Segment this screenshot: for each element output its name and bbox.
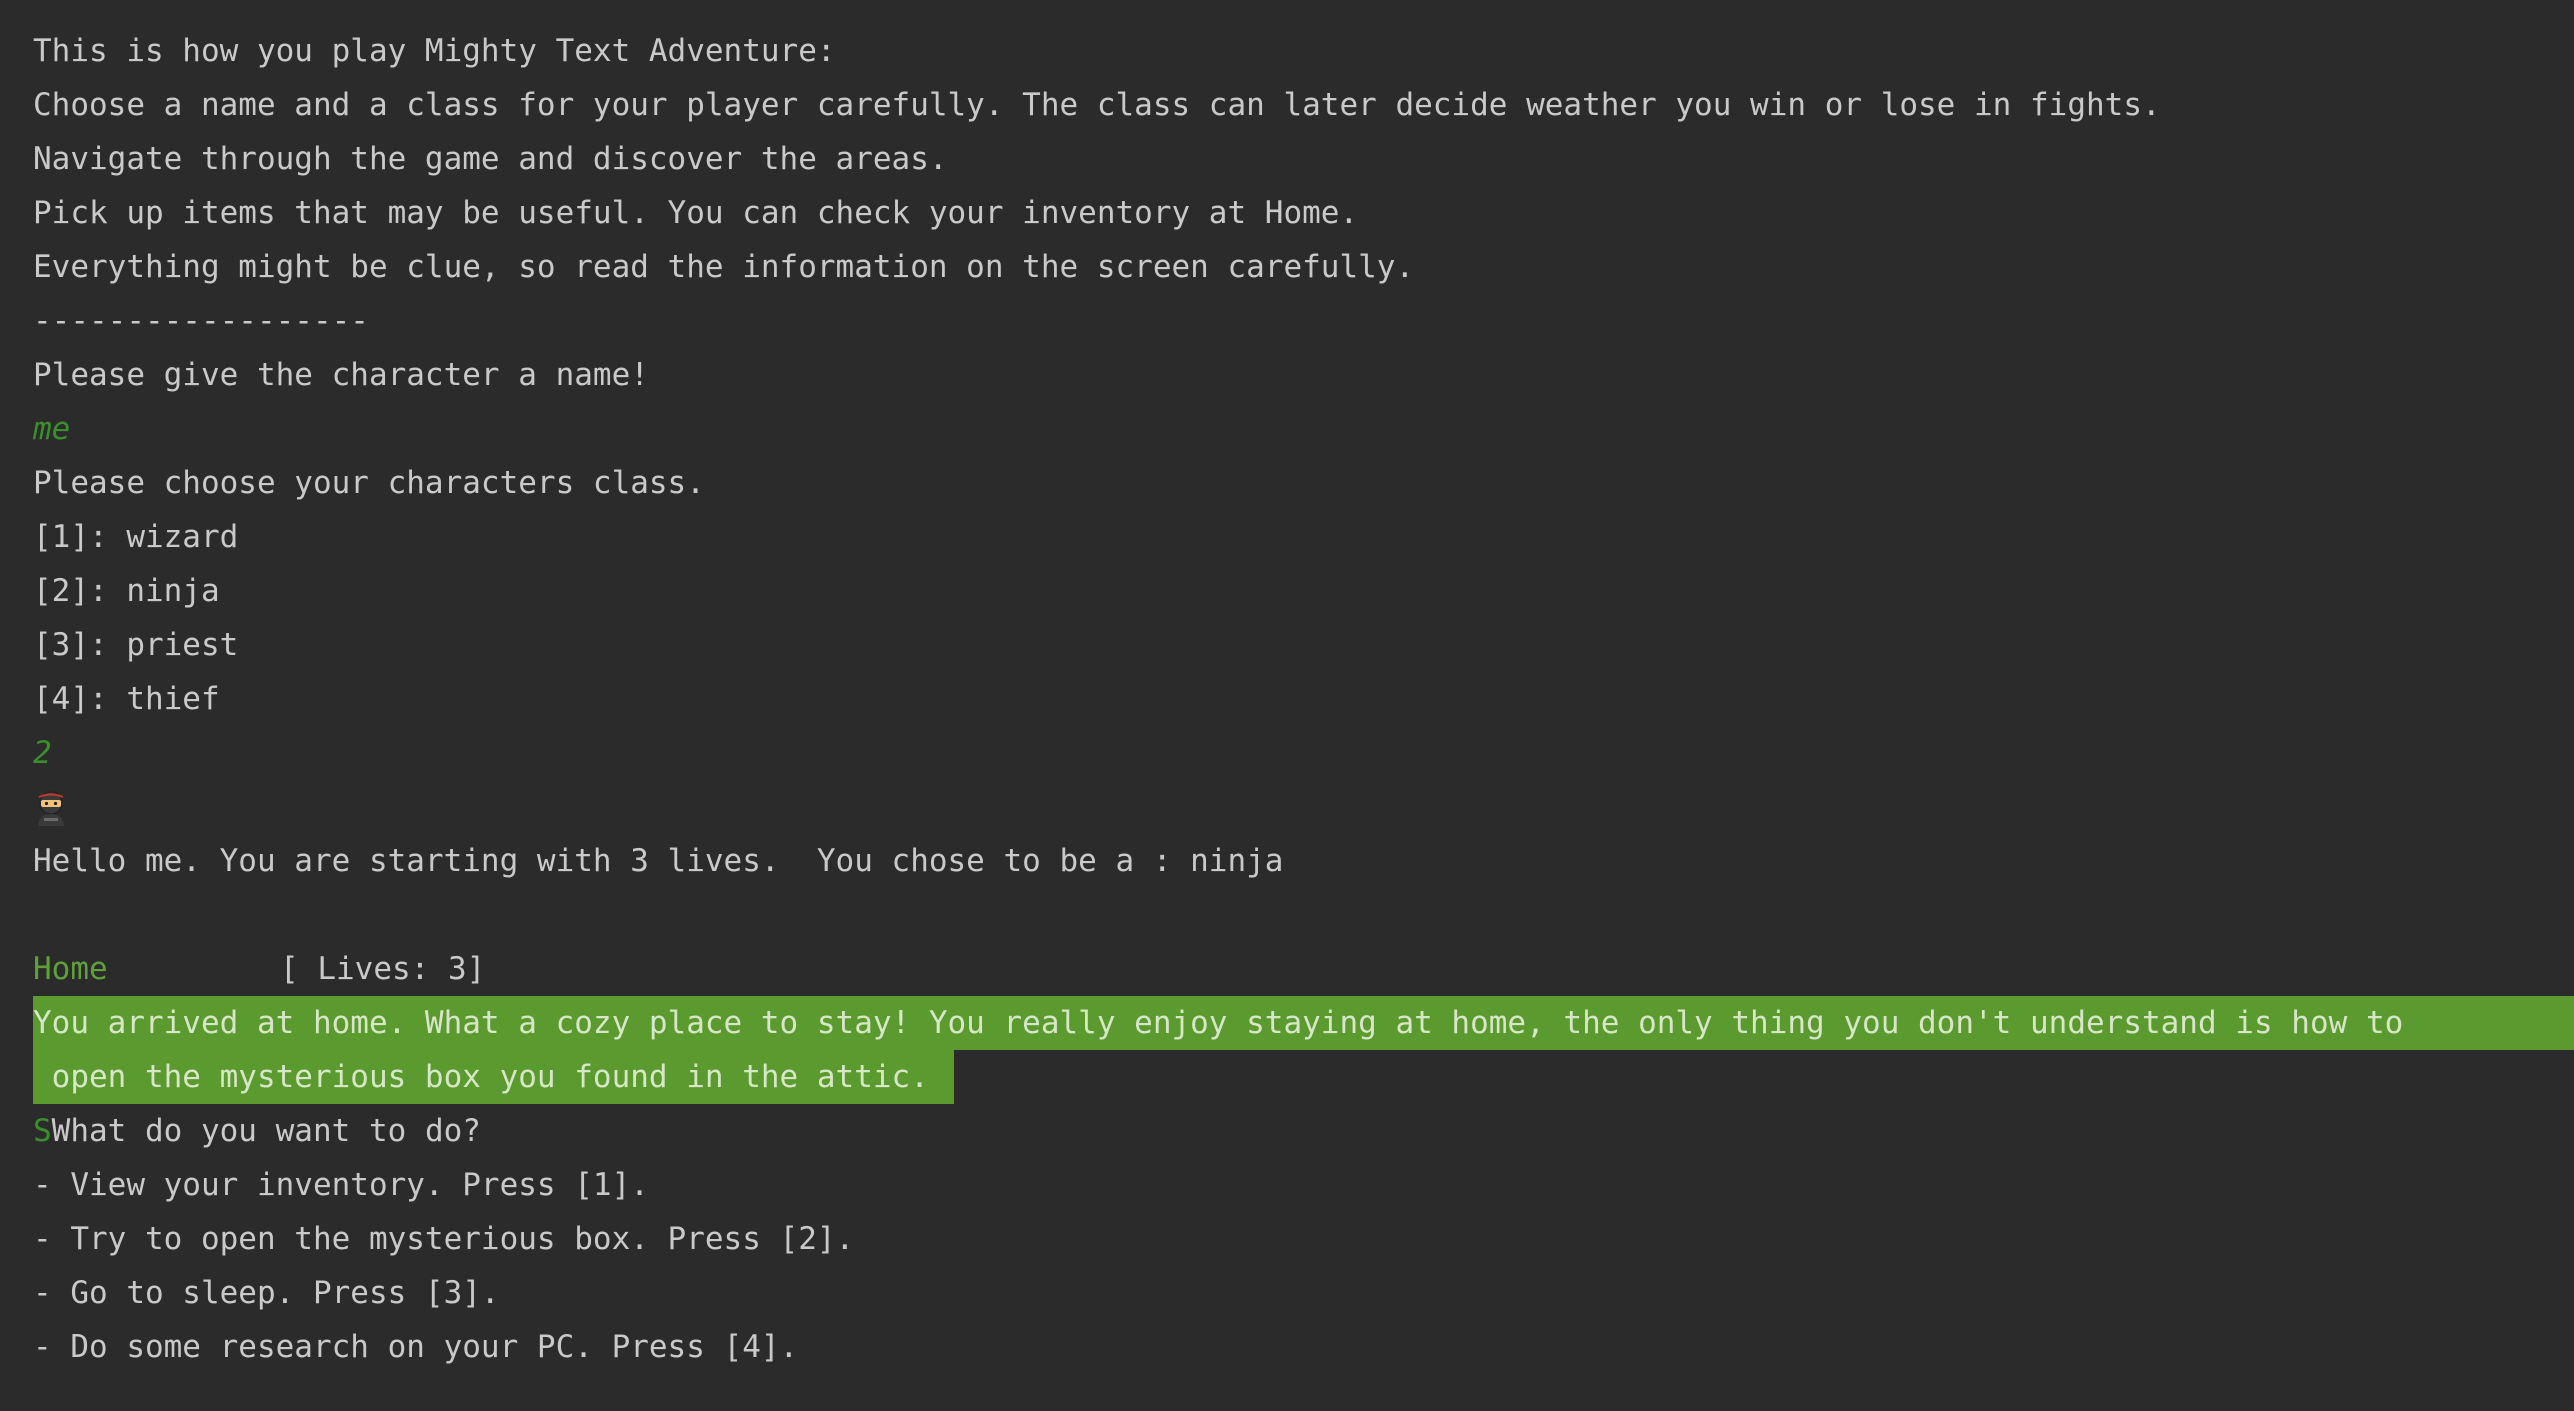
intro-rules-items: Pick up items that may be useful. You ca… — [33, 195, 1359, 231]
class-option-wizard: [1]: wizard — [33, 519, 239, 555]
option-open-box: - Try to open the mysterious box. Press … — [33, 1221, 855, 1257]
intro-rules-class: Choose a name and a class for your playe… — [33, 87, 2161, 123]
intro-rules-navigate: Navigate through the game and discover t… — [33, 141, 948, 177]
console-output: This is how you play Mighty Text Adventu… — [0, 0, 2574, 1411]
intro-title: This is how you play Mighty Text Adventu… — [33, 33, 836, 69]
ninja-icon — [38, 791, 64, 826]
greeting-message: Hello me. You are starting with 3 lives.… — [33, 843, 1284, 879]
option-sleep: - Go to sleep. Press [3]. — [33, 1275, 500, 1311]
separator: ------------------ — [33, 303, 369, 339]
question-text: What do you want to do? — [51, 1113, 481, 1149]
class-prompt: Please choose your characters class. — [33, 465, 705, 501]
location-name: Home — [33, 951, 108, 987]
name-prompt: Please give the character a name! — [33, 357, 649, 393]
name-input-echo: me — [33, 411, 71, 447]
intro-rules-clue: Everything might be clue, so read the in… — [33, 249, 1415, 285]
lives-counter: [ Lives: 3] — [280, 951, 486, 987]
class-option-ninja: [2]: ninja — [33, 573, 220, 609]
location-description-line1: You arrived at home. What a cozy place t… — [33, 1005, 2404, 1041]
class-option-thief: [4]: thief — [33, 681, 220, 717]
class-option-priest: [3]: priest — [33, 627, 239, 663]
option-research: - Do some research on your PC. Press [4]… — [33, 1329, 799, 1365]
question-marker: S — [33, 1113, 52, 1149]
option-inventory: - View your inventory. Press [1]. — [33, 1167, 649, 1203]
class-input-echo: 2 — [33, 735, 52, 771]
action-question: SWhat do you want to do? — [33, 1104, 481, 1158]
location-description-line2: open the mysterious box you found in the… — [33, 1059, 929, 1095]
